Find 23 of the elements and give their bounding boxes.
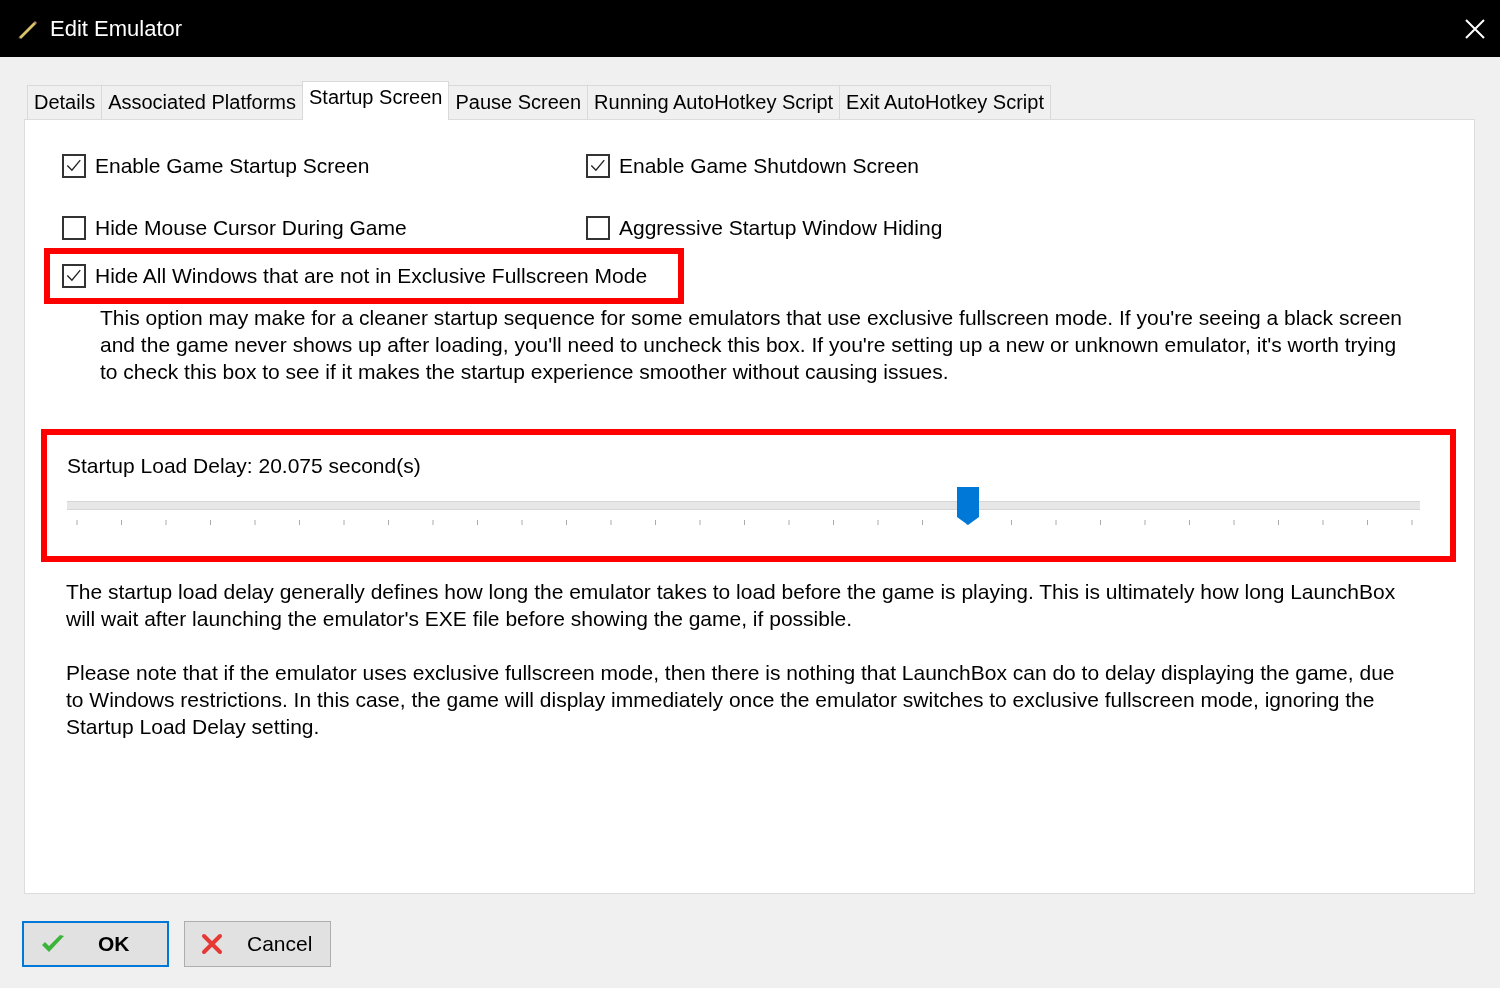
checkbox[interactable] [62,264,86,288]
cancel-button[interactable]: Cancel [184,921,331,967]
window-title: Edit Emulator [50,15,184,42]
checkbox-label: Hide All Windows that are not in Exclusive Fullscreen Mode [95,264,648,288]
tab[interactable]: Exit AutoHotkey Script [839,85,1051,119]
help-paragraph: Please note that if the emulator uses exclusive fullscreen mode, then there is nothing that LaunchBox can do to delay displaying the game, due to Windows restrictions. In this case, the game will display immediately once the emulator switches to exclusive fullscreen mode, ignoring the Startup Load Delay setting. [66,660,1396,740]
slider-thumb[interactable] [957,487,980,525]
checkbox[interactable] [586,216,610,240]
checkbox-label: Enable Game Startup Screen [95,154,370,178]
checkbox[interactable] [62,216,86,240]
checkbox-label: Aggressive Startup Window Hiding [619,216,943,240]
cross-icon [201,933,223,955]
checkbox[interactable] [586,154,610,178]
ok-button[interactable]: OK [22,921,169,967]
checkbox-label: Hide Mouse Cursor During Game [95,216,407,240]
checkbox-label: Enable Game Shutdown Screen [619,154,920,178]
slider-label: Startup Load Delay: 20.075 second(s) [67,454,422,478]
help-paragraph: The startup load delay generally defines how long the emulator takes to load before the game is playing. This is ultimately how long LaunchBox will wait after launching the emulator's EXE file before showing the game, if possible. [66,579,1397,632]
close-icon[interactable] [1464,17,1486,40]
tab[interactable]: Details [27,85,103,119]
checkbox[interactable] [62,154,86,178]
option-description: This option may make for a cleaner startup sequence for some emulators that use exclusive fullscreen mode. If you're seeing a black screen and the game never shows up after loading, you'll need to uncheck this box. If you're setting up a new or unknown emulator, it's worth trying to check this box to see if it makes the startup experience smoother without causing issues. [100,305,1403,385]
tab[interactable]: Startup Screen [302,81,450,120]
